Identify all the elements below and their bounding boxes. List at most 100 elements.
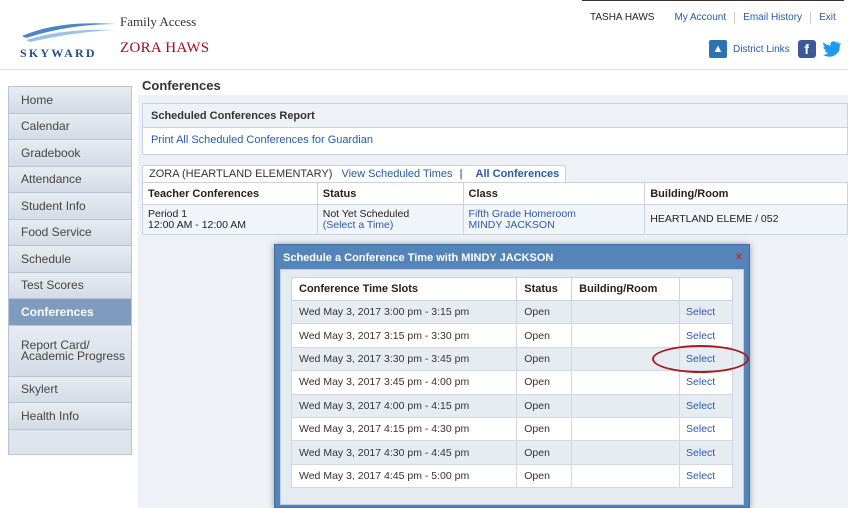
slot-status: Open [516,323,573,348]
user-name: TASHA HAWS [590,11,655,23]
school-label: ZORA (HEARTLAND ELEMENTARY) [149,168,333,180]
slot-room [571,463,681,489]
col-time-slots: Conference Time Slots [290,277,518,301]
slot-room [571,323,681,348]
col-teacher-conferences: Teacher Conferences [142,182,318,205]
student-name: ZORA HAWS [120,40,210,56]
slot-time: Wed May 3, 2017 4:00 pm - 4:15 pm [290,393,518,418]
col-slot-action [679,277,733,301]
select-slot-link[interactable]: Select [679,323,733,348]
slot-time: Wed May 3, 2017 3:45 pm - 4:00 pm [290,370,518,395]
period-label: Period 1 [148,207,188,220]
scheduled-report-box: Scheduled Conferences Report Print All S… [142,103,848,155]
dialog-title: Schedule a Conference Time with MINDY JA… [283,252,554,264]
status-cell: Not Yet Scheduled (Select a Time) [316,204,464,235]
district-links-link[interactable]: District Links [733,44,790,55]
table-row: Wed May 3, 2017 3:45 pm - 4:00 pm Open S… [290,370,733,395]
sidebar-item-test-scores[interactable]: Test Scores [9,272,131,299]
select-time-link[interactable]: (Select a Time) [323,219,463,231]
slot-room [571,299,681,325]
conferences-table: Teacher Conferences Status Class Buildin… [142,182,848,235]
table-row: Wed May 3, 2017 3:15 pm - 3:30 pm Open S… [290,323,733,348]
email-history-link[interactable]: Email History [734,11,810,24]
slot-status: Open [516,370,573,395]
col-status: Status [316,182,464,205]
highlight-ellipse [652,345,749,373]
top-nav: TASHA HAWS My Account Email History Exit [582,0,844,34]
slots-header-row: Conference Time Slots Status Building/Ro… [290,277,733,301]
sidebar-item-student-info[interactable]: Student Info [9,193,131,220]
sidebar-item-gradebook[interactable]: Gradebook [9,140,131,167]
all-conferences-link[interactable]: All Conferences [476,168,560,180]
slot-status: Open [516,346,573,372]
sidebar-item-attendance[interactable]: Attendance [9,166,131,193]
col-building-room: Building/Room [644,182,848,205]
sidebar-item-schedule[interactable]: Schedule [9,246,131,273]
slot-time: Wed May 3, 2017 4:30 pm - 4:45 pm [290,440,518,465]
facebook-icon[interactable]: f [797,40,816,58]
class-cell: Fifth Grade Homeroom MINDY JACKSON [462,204,646,235]
header: SKYWARD Family Access ZORA HAWS TASHA HA… [0,0,848,70]
slot-status: Open [516,440,573,465]
table-row: Wed May 3, 2017 4:00 pm - 4:15 pm Open S… [290,393,733,418]
col-class: Class [462,182,646,205]
slot-time: Wed May 3, 2017 4:45 pm - 5:00 pm [290,463,518,489]
sidebar-item-health-info[interactable]: Health Info [9,403,131,430]
sidebar-item-calendar[interactable]: Calendar [9,113,131,140]
select-slot-link[interactable]: Select [679,416,733,442]
tab-separator: | [459,168,463,180]
sidebar-item-home[interactable]: Home [9,87,131,114]
sidebar: Home Calendar Gradebook Attendance Stude… [8,86,132,455]
skyward-logo: SKYWARD [20,23,116,60]
slot-time: Wed May 3, 2017 3:15 pm - 3:30 pm [290,323,518,348]
page-title: Conferences [142,78,221,93]
select-slot-link[interactable]: Select [679,370,733,395]
table-row: Wed May 3, 2017 4:15 pm - 4:30 pm Open S… [290,416,733,442]
logo-text: SKYWARD [20,46,97,60]
period-time: 12:00 AM - 12:00 AM [148,218,247,231]
district-links-icon[interactable]: ▲ [709,40,727,58]
slot-time: Wed May 3, 2017 3:30 pm - 3:45 pm [290,346,518,372]
slot-room [571,393,681,418]
my-account-link[interactable]: My Account [666,12,734,24]
slot-status: Open [516,416,573,442]
sidebar-item-skylert[interactable]: Skylert [9,376,131,403]
sidebar-item-conferences[interactable]: Conferences [9,299,131,326]
slot-time: Wed May 3, 2017 3:00 pm - 3:15 pm [290,299,518,325]
slot-status: Open [516,393,573,418]
conference-tabs: ZORA (HEARTLAND ELEMENTARY) View Schedul… [142,165,567,182]
report-title: Scheduled Conferences Report [143,104,847,128]
slot-room [571,370,681,395]
building-cell: HEARTLAND ELEME / 052 [644,204,848,235]
col-slot-status: Status [516,277,573,301]
print-report-link[interactable]: Print All Scheduled Conferences for Guar… [151,134,373,146]
slot-time: Wed May 3, 2017 4:15 pm - 4:30 pm [290,416,518,442]
app-title: Family Access [120,14,197,29]
dialog-body: Conference Time Slots Status Building/Ro… [280,269,744,505]
sidebar-item-report-card[interactable]: Report Card/ Academic Progress [9,325,131,377]
table-row: Wed May 3, 2017 4:45 pm - 5:00 pm Open S… [290,463,733,489]
teacher-link[interactable]: MINDY JACKSON [469,219,645,231]
slot-status: Open [516,299,573,325]
select-slot-link[interactable]: Select [679,299,733,325]
select-slot-link[interactable]: Select [679,463,733,489]
slot-status: Open [516,463,573,489]
sidebar-item-food-service[interactable]: Food Service [9,219,131,246]
close-icon[interactable]: × [736,251,742,263]
table-row: Wed May 3, 2017 4:30 pm - 4:45 pm Open S… [290,440,733,465]
table-row: Wed May 3, 2017 3:00 pm - 3:15 pm Open S… [290,299,733,325]
select-slot-link[interactable]: Select [679,393,733,418]
schedule-conference-dialog: Schedule a Conference Time with MINDY JA… [274,244,750,508]
class-link[interactable]: Fifth Grade Homeroom [469,208,645,220]
view-scheduled-times-link[interactable]: View Scheduled Times [341,168,452,180]
slot-room [571,416,681,442]
exit-link[interactable]: Exit [810,11,844,24]
select-slot-link[interactable]: Select [679,440,733,465]
district-links: ▲ District Links f [709,40,842,58]
time-slots-table: Conference Time Slots Status Building/Ro… [290,277,733,489]
table-header-row: Teacher Conferences Status Class Buildin… [142,182,848,205]
twitter-icon[interactable] [822,40,842,58]
sidebar-filler [9,429,131,454]
table-row: Period 1 12:00 AM - 12:00 AM Not Yet Sch… [142,204,848,235]
slot-room [571,440,681,465]
